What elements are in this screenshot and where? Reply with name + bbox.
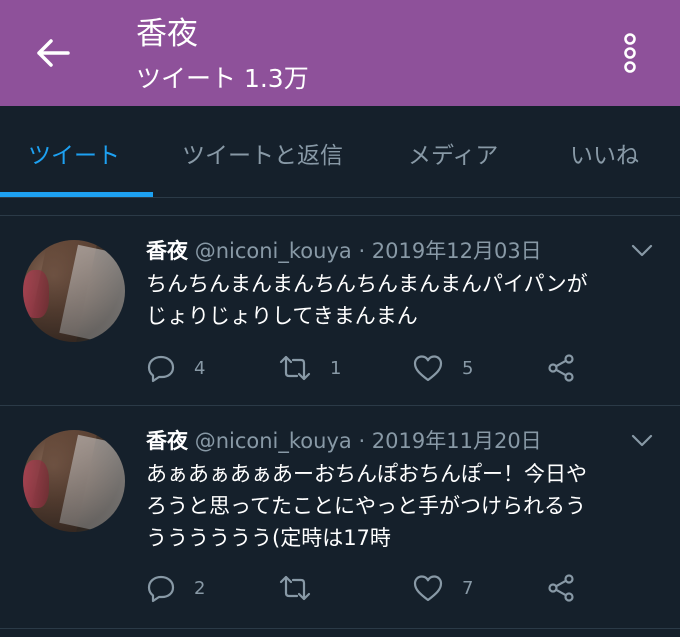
- reply-button[interactable]: 4: [146, 348, 205, 388]
- author-name: 香夜: [146, 239, 188, 263]
- share-button[interactable]: [546, 348, 576, 388]
- tweet[interactable]: 香夜 @niconi_kouya · 2019年11月20日 あぁあぁあぁあーお…: [0, 407, 680, 629]
- tweet-menu-button[interactable]: [628, 429, 656, 453]
- tweet-header: 香夜 @niconi_kouya · 2019年11月20日: [146, 425, 542, 457]
- tweet-text: ちんちんまんまんちんちんまんまんパイパンが じょりじょりしてきまんまん: [146, 268, 656, 332]
- retweet-count: 1: [330, 357, 342, 379]
- reply-button[interactable]: 2: [146, 568, 205, 608]
- retweet-button[interactable]: 1: [278, 348, 341, 388]
- share-icon: [546, 353, 576, 383]
- retweet-icon: [278, 353, 312, 383]
- retweet-button[interactable]: [278, 568, 330, 608]
- tweet-text-line: うううううう(定時は17時: [146, 526, 391, 550]
- avatar[interactable]: [23, 430, 125, 532]
- tweet-text-line: あぁあぁあぁあーおちんぽおちんぽー！今日や: [146, 462, 587, 486]
- app-bar: 香夜 ツイート 1.3万: [0, 0, 680, 106]
- retweet-icon: [278, 573, 312, 603]
- page-title: 香夜: [136, 16, 198, 52]
- like-icon: [412, 573, 444, 603]
- tweet-date: · 2019年11月20日: [358, 429, 542, 453]
- tweet-text: あぁあぁあぁあーおちんぽおちんぽー！今日や ろうと思ってたことにやっと手がつけら…: [146, 458, 656, 554]
- avatar[interactable]: [23, 240, 125, 342]
- back-button[interactable]: [30, 33, 76, 73]
- tweet-count: ツイート 1.3万: [136, 64, 309, 93]
- active-tab-indicator: [0, 192, 153, 197]
- tweet-date: · 2019年12月03日: [358, 239, 542, 263]
- share-button[interactable]: [546, 568, 576, 608]
- tweet-text-line: ちんちんまんまんちんちんまんまんパイパンが: [146, 272, 588, 296]
- tweet-header: 香夜 @niconi_kouya · 2019年12月03日: [146, 235, 542, 267]
- share-icon: [546, 573, 576, 603]
- author-handle: @niconi_kouya: [194, 429, 352, 453]
- tab-likes[interactable]: いいね: [570, 136, 639, 176]
- tab-tweets-and-replies[interactable]: ツイートと返信: [182, 136, 343, 176]
- more-options-button[interactable]: [610, 30, 650, 76]
- like-button[interactable]: 7: [412, 568, 473, 608]
- reply-count: 4: [194, 357, 206, 379]
- reply-icon: [146, 573, 176, 603]
- tweet-actions: 2 7: [146, 568, 656, 608]
- more-vertical-icon: [623, 33, 637, 73]
- like-button[interactable]: 5: [412, 348, 473, 388]
- tweet-text-line: ろうと思ってたことにやっと手がつけられるう: [146, 494, 586, 518]
- chevron-down-icon: [631, 434, 653, 448]
- like-count: 5: [462, 357, 474, 379]
- tweet-menu-button[interactable]: [628, 239, 656, 263]
- profile-tabs: ツイート ツイートと返信 メディア いいね: [0, 106, 680, 198]
- author-name: 香夜: [146, 429, 188, 453]
- author-handle: @niconi_kouya: [194, 239, 352, 263]
- timeline-gap: [0, 198, 680, 216]
- reply-icon: [146, 353, 176, 383]
- back-arrow-icon: [36, 38, 70, 68]
- tweet-text-line: じょりじょりしてきまんまん: [146, 304, 418, 328]
- tab-tweets[interactable]: ツイート: [28, 136, 120, 176]
- reply-count: 2: [194, 577, 206, 599]
- chevron-down-icon: [631, 244, 653, 258]
- like-count: 7: [462, 577, 474, 599]
- tweet-actions: 4 1 5: [146, 348, 656, 388]
- tab-media[interactable]: メディア: [408, 136, 498, 176]
- like-icon: [412, 353, 444, 383]
- tweet[interactable]: 香夜 @niconi_kouya · 2019年12月03日 ちんちんまんまんち…: [0, 217, 680, 406]
